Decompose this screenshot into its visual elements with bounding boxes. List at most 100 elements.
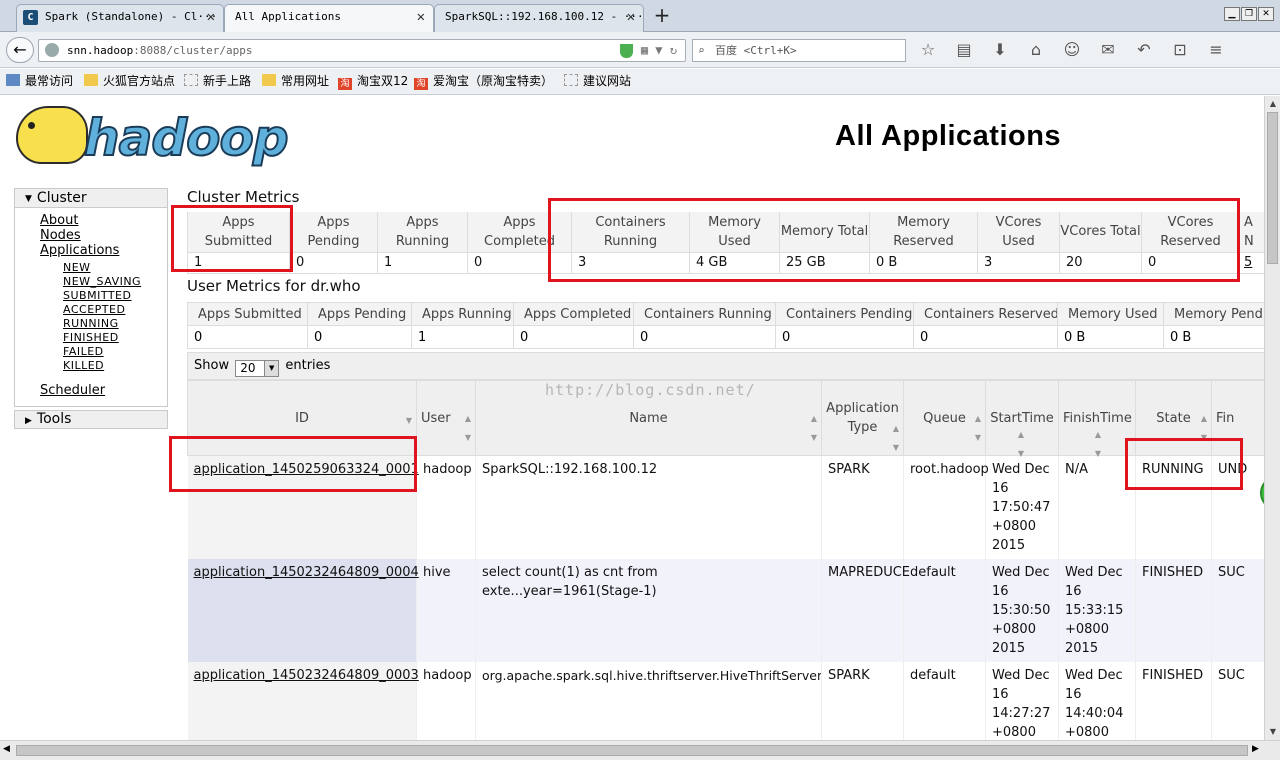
taobao-icon: 淘 [414, 78, 428, 90]
scroll-down-arrow-icon[interactable]: ▼ [1267, 726, 1279, 738]
metric-value[interactable]: 5 [1244, 255, 1252, 270]
dropdown-arrow-icon[interactable]: ▼ [655, 43, 662, 57]
table-row: application_1450232464809_0003 hadoop or… [187, 662, 1264, 740]
app-id-link[interactable]: application_1450232464809_0004 [194, 565, 419, 580]
sidebar-state-killed[interactable]: KILLED [63, 359, 167, 373]
qr-code-icon[interactable]: ▦ [641, 43, 648, 57]
close-window-icon[interactable]: ✕ [1258, 7, 1274, 21]
chat-icon[interactable]: ✉ [1094, 38, 1122, 62]
horizontal-scrollbar[interactable]: ◀ ▶ [0, 740, 1280, 760]
user-metric-value: 0 [187, 325, 308, 349]
metric-value-link[interactable]: 5 [1239, 251, 1264, 274]
bookmark-icon [6, 74, 20, 86]
sidebar-link-about[interactable]: About [40, 213, 167, 228]
tab-spark-standalone[interactable]: C Spark (Standalone) - Cl··· ✕ [16, 4, 224, 32]
home-icon[interactable]: ⌂ [1022, 38, 1050, 62]
sidebar-link-nodes[interactable]: Nodes [40, 228, 167, 243]
bookmark-suggested-sites[interactable]: 建议网站 [564, 69, 631, 93]
cluster-header[interactable]: ▼ Cluster [15, 189, 167, 208]
reading-list-icon[interactable]: ▤ [950, 38, 978, 62]
sidebar-tools[interactable]: ▶ Tools [14, 410, 168, 429]
metric-value: 1 [377, 251, 468, 274]
app-type: SPARK [821, 455, 904, 559]
hadoop-logo[interactable]: hadoop [14, 104, 290, 170]
sidebar-state-new-saving[interactable]: NEW_SAVING [63, 275, 167, 289]
scroll-up-arrow-icon[interactable]: ▲ [1267, 98, 1279, 110]
user-metric-value: 0 [633, 325, 776, 349]
elephant-icon [16, 106, 88, 164]
user-metric-header: Containers Pending [775, 302, 914, 326]
app-start-time: Wed Dec 16 17:50:47 +0800 2015 [985, 455, 1059, 559]
tab-sparksql[interactable]: SparkSQL::192.168.100.12 - ··· ✕ [434, 4, 644, 32]
close-tab-icon[interactable]: ✕ [207, 5, 215, 29]
sidebar-state-new[interactable]: NEW [63, 261, 167, 275]
horizontal-scroll-thumb[interactable] [16, 745, 1248, 756]
taobao-icon: 淘 [338, 78, 352, 90]
bookmark-getting-started[interactable]: 新手上路 [184, 69, 251, 93]
bookmark-firefox-official[interactable]: 火狐官方站点 [84, 69, 175, 93]
folder-icon [262, 74, 276, 86]
column-header-start-time[interactable]: StartTime ▲ ▼ [985, 380, 1059, 458]
restore-icon[interactable]: ❐ [1241, 7, 1257, 21]
sidebar-state-finished[interactable]: FINISHED [63, 331, 167, 345]
globe-icon [45, 43, 59, 57]
address-bar[interactable]: snn.hadoop:8088/cluster/apps ▦ ▼ ↻ [38, 39, 686, 62]
undo-icon[interactable]: ↶ [1130, 38, 1158, 62]
sidebar-link-scheduler[interactable]: Scheduler [40, 383, 167, 398]
sidebar-state-accepted[interactable]: ACCEPTED [63, 303, 167, 317]
sidebar-link-applications[interactable]: Applications [40, 243, 167, 258]
shield-icon[interactable] [619, 43, 633, 58]
app-id-cell: application_1450232464809_0003 [187, 662, 419, 740]
url-host: snn.hadoop [67, 44, 134, 57]
reload-icon[interactable]: ↻ [670, 43, 677, 57]
column-header-finish-time[interactable]: FinishTime ▲ ▼ [1058, 380, 1136, 458]
column-header-application-type[interactable]: Application Type ▲ ▼ [821, 380, 904, 456]
user-metrics-header-row: Apps Submitted Apps Pending Apps Running… [187, 302, 1264, 326]
page-size-select[interactable]: 20 [235, 360, 280, 377]
sort-desc-icon: ▼ [405, 416, 412, 425]
sidebar-state-failed[interactable]: FAILED [63, 345, 167, 359]
sidebar-state-submitted[interactable]: SUBMITTED [63, 289, 167, 303]
bookmark-star-icon[interactable]: ☆ [914, 38, 942, 62]
tab-all-applications[interactable]: All Applications ✕ [224, 4, 434, 33]
url-path: :8088/cluster/apps [133, 44, 253, 57]
close-tab-icon[interactable]: ✕ [627, 5, 635, 29]
bookmark-common-sites[interactable]: 常用网址 [262, 69, 329, 93]
smiley-icon[interactable]: ☺ [1058, 38, 1086, 62]
search-icon: ⌕ [698, 44, 705, 57]
bookmark-taobao-double12[interactable]: 淘淘宝双12 [338, 69, 408, 93]
header-label: ID [295, 410, 309, 426]
scroll-left-arrow-icon[interactable]: ◀ [3, 744, 10, 754]
tools-label: Tools [36, 411, 72, 427]
page-content: hadoop All Applications ▼ Cluster About N… [0, 96, 1264, 740]
user-metric-value: 1 [411, 325, 514, 349]
bookmark-ai-taobao[interactable]: 淘爱淘宝（原淘宝特卖） [414, 69, 553, 93]
download-icon[interactable]: ⬇ [986, 38, 1014, 62]
crop-icon[interactable]: ⊡ [1166, 38, 1194, 62]
entries-length-bar: Show 20 entries [187, 352, 1264, 380]
vertical-scrollbar[interactable]: ▲ ▼ [1264, 96, 1280, 740]
close-tab-icon[interactable]: ✕ [417, 5, 425, 29]
sidebar-cluster: ▼ Cluster About Nodes Applications NEW NE… [14, 188, 168, 407]
sort-both-icon: ▲ ▼ [892, 424, 899, 452]
app-id-link[interactable]: application_1450232464809_0003 [194, 668, 419, 683]
column-header-queue[interactable]: Queue ▲ ▼ [903, 380, 986, 456]
app-user: hive [416, 559, 476, 662]
sidebar-state-running[interactable]: RUNNING [63, 317, 167, 331]
highlight-running-state [1125, 438, 1243, 490]
scroll-right-arrow-icon[interactable]: ▶ [1252, 744, 1259, 754]
header-label: FinishTime [1063, 410, 1132, 426]
show-label: Show [194, 358, 230, 373]
column-header-user[interactable]: User ▲ ▼ [416, 380, 476, 456]
user-metric-header: Apps Submitted [187, 302, 308, 326]
menu-icon[interactable]: ≡ [1202, 38, 1230, 62]
back-arrow-icon[interactable]: ← [6, 37, 34, 63]
user-metrics-table: Apps Submitted Apps Pending Apps Running… [187, 302, 1264, 349]
search-input[interactable]: ⌕ 百度 <Ctrl+K> [692, 39, 906, 62]
vertical-scroll-thumb[interactable] [1267, 112, 1278, 264]
bookmark-most-visited[interactable]: 最常访问 [6, 69, 73, 93]
new-tab-plus-icon[interactable]: + [648, 4, 676, 28]
folder-icon [84, 74, 98, 86]
search-placeholder: 百度 <Ctrl+K> [715, 44, 797, 57]
minimize-icon[interactable]: ▁ [1224, 7, 1240, 21]
